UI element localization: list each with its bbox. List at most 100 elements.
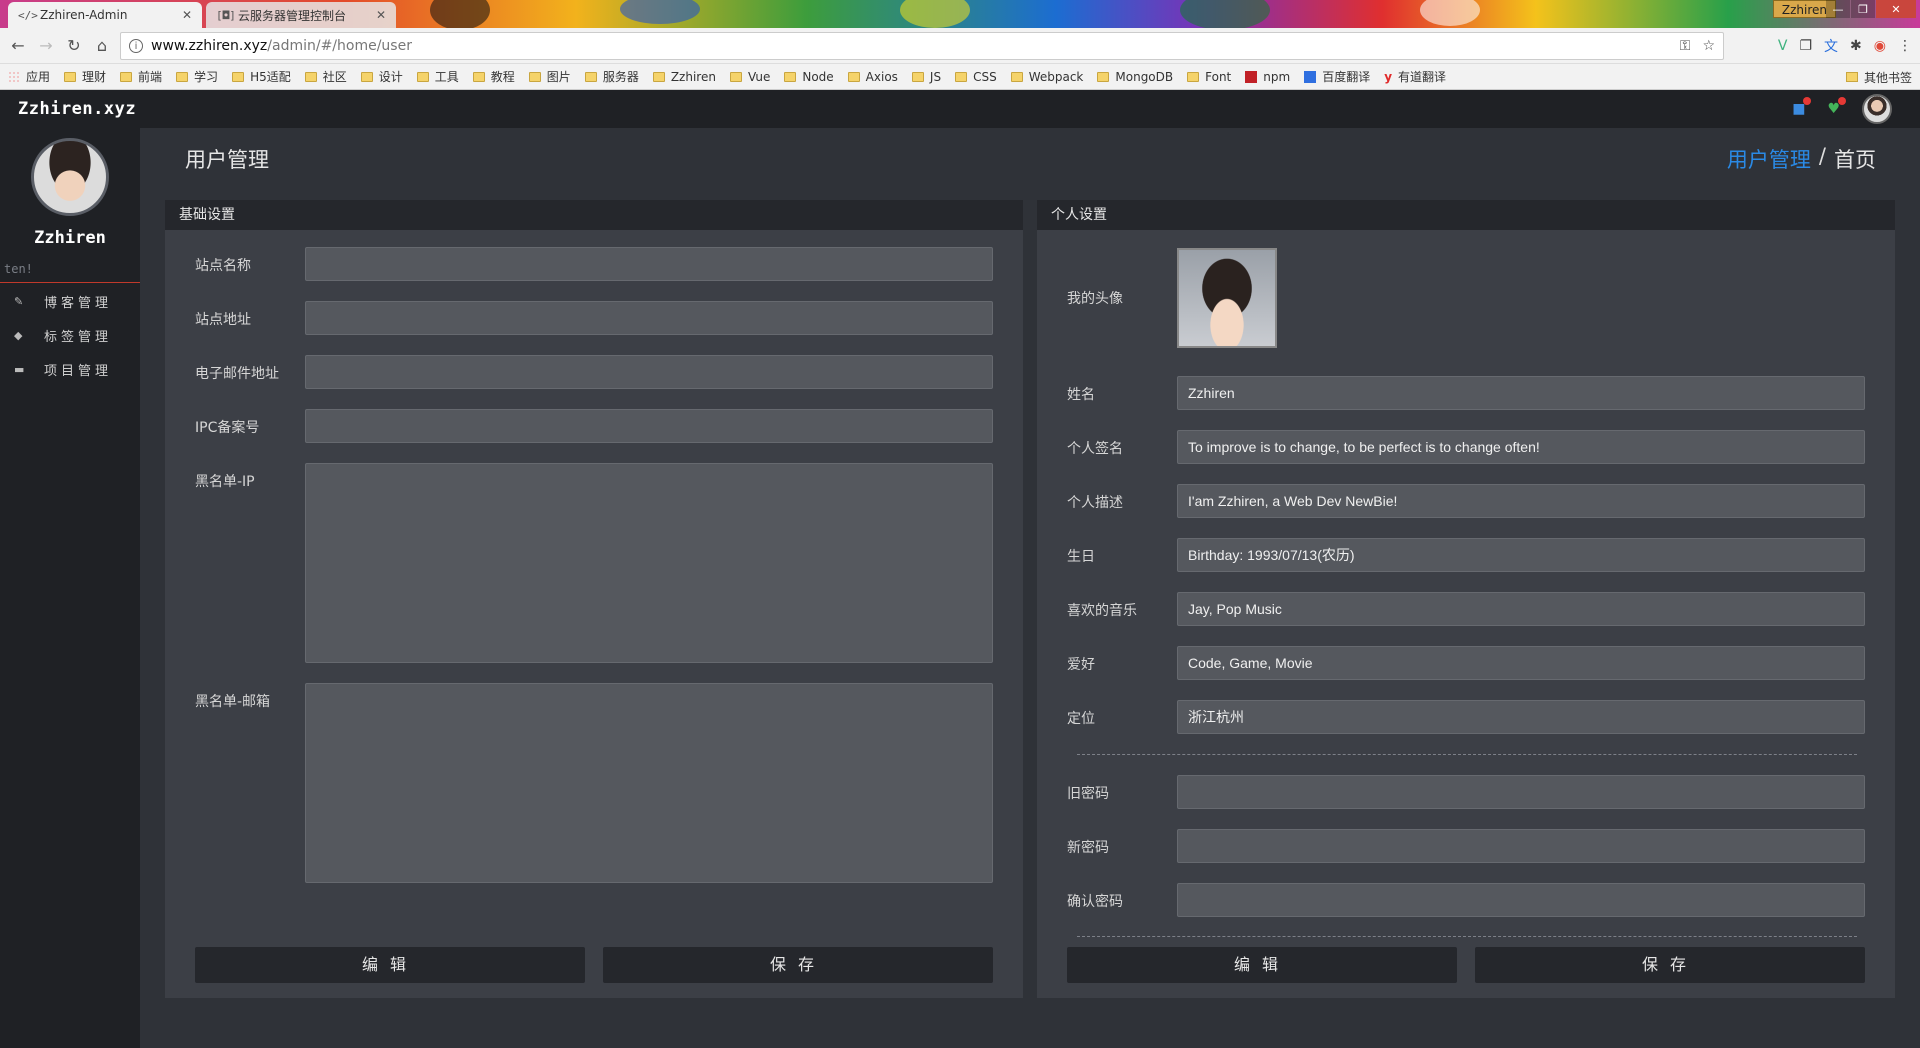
tab-zzhiren-admin[interactable]: </> Zzhiren-Admin ✕ xyxy=(8,2,202,28)
bookmark-folder[interactable]: H5适配 xyxy=(232,68,291,85)
confirm-password-label: 确认密码 xyxy=(1067,894,1123,910)
sidebar-item-tags[interactable]: ◆ 标签管理 xyxy=(0,318,140,352)
edit-button[interactable]: 编辑 xyxy=(1067,947,1457,983)
bookmark-folder[interactable]: 理财 xyxy=(64,68,106,85)
tag-icon: ◆ xyxy=(14,328,23,342)
menu-dots-icon[interactable]: ⋮ xyxy=(1898,38,1912,54)
site-url-input[interactable] xyxy=(305,301,993,335)
sidebar-item-blog[interactable]: ✎ 博客管理 xyxy=(0,284,140,318)
reload-icon[interactable]: ↻ xyxy=(60,36,88,55)
blacklist-ip-label: 黑名单-IP xyxy=(195,474,255,490)
confirm-password-input[interactable] xyxy=(1177,883,1865,917)
bookmark-apps[interactable]: 应用 xyxy=(8,68,50,85)
youdao-icon: y xyxy=(1384,69,1393,84)
copy-icon[interactable]: ❐ xyxy=(1799,38,1812,54)
icp-input[interactable] xyxy=(305,409,993,443)
bookmark-folder[interactable]: 图片 xyxy=(528,68,571,85)
bookmark-folder[interactable]: Node xyxy=(784,70,834,84)
info-icon[interactable]: i xyxy=(129,39,143,53)
folder-icon xyxy=(1097,71,1110,82)
bookmark-folder[interactable]: 学习 xyxy=(176,68,218,85)
old-password-input[interactable] xyxy=(1177,775,1865,809)
signature-label: 个人签名 xyxy=(1067,441,1123,457)
save-button[interactable]: 保存 xyxy=(603,947,993,983)
bookmark-folder[interactable]: Vue xyxy=(729,70,770,84)
bookmark-folder[interactable]: 前端 xyxy=(120,68,162,85)
message-icon[interactable]: ■ xyxy=(1792,97,1812,117)
bookmark-folder[interactable]: 社区 xyxy=(304,68,347,85)
sidebar-item-projects[interactable]: ▬ 项目管理 xyxy=(0,352,140,386)
back-icon[interactable]: ← xyxy=(4,36,32,55)
folder-icon xyxy=(416,71,429,82)
puzzle-icon[interactable]: ✱ xyxy=(1850,38,1862,54)
address-bar[interactable]: i www.zzhiren.xyz/admin/#/home/user ⚿ ☆ xyxy=(120,32,1724,60)
bookmark-folder[interactable]: Axios xyxy=(847,70,898,84)
brand-logo[interactable]: Zzhiren.xyz xyxy=(0,99,136,119)
bookmark-npm[interactable]: npm xyxy=(1245,70,1290,84)
section-divider xyxy=(1077,936,1857,937)
bookmark-folder[interactable]: Font xyxy=(1187,70,1231,84)
edit-button[interactable]: 编辑 xyxy=(195,947,585,983)
bookmark-folder[interactable]: 设计 xyxy=(360,68,403,85)
sidebar-item-label: 标签管理 xyxy=(44,329,113,345)
description-input[interactable]: I'am Zzhiren, a Web Dev NewBie! xyxy=(1177,484,1865,518)
hobby-input[interactable]: Code, Game, Movie xyxy=(1177,646,1865,680)
close-icon[interactable]: ✕ xyxy=(182,8,192,22)
home-icon[interactable]: ⌂ xyxy=(88,36,116,55)
breadcrumb: 用户管理 / 首页 xyxy=(1727,144,1876,174)
profile-name: Zzhiren xyxy=(34,228,106,248)
translate-icon[interactable]: 文 xyxy=(1824,36,1838,56)
bookmark-folder[interactable]: JS xyxy=(911,70,941,84)
sidebar: Zzhiren ten! ✎ 博客管理 ◆ 标签管理 ▬ 项目管理 xyxy=(0,128,140,1048)
breadcrumb-separator: / xyxy=(1818,144,1826,168)
npm-icon xyxy=(1245,70,1258,83)
chrome-icon[interactable]: ◉ xyxy=(1874,38,1886,54)
save-button[interactable]: 保存 xyxy=(1475,947,1865,983)
close-icon[interactable]: ✕ xyxy=(376,8,386,22)
bookmark-folder[interactable]: 工具 xyxy=(416,68,459,85)
name-input[interactable]: Zzhiren xyxy=(1177,376,1865,410)
new-password-input[interactable] xyxy=(1177,829,1865,863)
forward-icon[interactable]: → xyxy=(32,36,60,55)
avatar-photo[interactable] xyxy=(1177,248,1277,348)
music-label: 喜欢的音乐 xyxy=(1067,603,1137,619)
bookmark-baidu-translate[interactable]: 百度翻译 xyxy=(1304,68,1370,85)
sidebar-menu: ✎ 博客管理 ◆ 标签管理 ▬ 项目管理 xyxy=(0,284,140,386)
admin-app: Zzhiren.xyz ■ ♥ Zzhiren ten! ✎ 博客管理 ◆ 标签… xyxy=(0,90,1920,1048)
location-input[interactable]: 浙江杭州 xyxy=(1177,700,1865,734)
user-avatar[interactable] xyxy=(1862,94,1892,124)
signature-input[interactable]: To improve is to change, to be perfect i… xyxy=(1177,430,1865,464)
folder-icon xyxy=(584,71,597,82)
minimize-icon[interactable]: — xyxy=(1826,0,1850,18)
window-close-icon[interactable]: ✕ xyxy=(1876,0,1916,18)
bookmark-folder[interactable]: Webpack xyxy=(1010,70,1083,84)
restore-icon[interactable]: ❐ xyxy=(1851,0,1875,18)
bookmark-folder[interactable]: MongoDB xyxy=(1097,70,1173,84)
browser-tabstrip: </> Zzhiren-Admin ✕ [◘] 云服务器管理控制台 ✕ Zzhi… xyxy=(0,0,1920,28)
tab-title: 云服务器管理控制台 xyxy=(238,8,347,23)
bookmark-folder[interactable]: 教程 xyxy=(472,68,515,85)
music-input[interactable]: Jay, Pop Music xyxy=(1177,592,1865,626)
site-name-label: 站点名称 xyxy=(195,258,251,274)
vue-devtools-icon[interactable]: V xyxy=(1778,38,1788,54)
breadcrumb-link[interactable]: 用户管理 xyxy=(1727,144,1811,174)
folder-icon xyxy=(232,71,245,82)
personal-settings-panel: 个人设置 我的头像 姓名 Zzhiren 个人签名 To improve is … xyxy=(1037,200,1895,998)
tab-cloud-console[interactable]: [◘] 云服务器管理控制台 ✕ xyxy=(206,2,396,28)
email-input[interactable] xyxy=(305,355,993,389)
bookmark-folder[interactable]: Zzhiren xyxy=(652,70,716,84)
browser-toolbar: ← → ↻ ⌂ i www.zzhiren.xyz/admin/#/home/u… xyxy=(0,28,1920,64)
task-icon[interactable]: ♥ xyxy=(1827,97,1846,117)
sidebar-item-label: 项目管理 xyxy=(44,363,113,379)
bookmark-folder[interactable]: 服务器 xyxy=(584,68,639,85)
key-icon[interactable]: ⚿ xyxy=(1680,38,1691,54)
site-name-input[interactable] xyxy=(305,247,993,281)
star-icon[interactable]: ☆ xyxy=(1702,38,1715,54)
blacklist-email-textarea[interactable] xyxy=(305,683,993,883)
other-bookmarks[interactable]: 其他书签 xyxy=(1845,64,1912,90)
bookmark-youdao-translate[interactable]: y 有道翻译 xyxy=(1384,68,1446,85)
bookmark-folder[interactable]: CSS xyxy=(955,70,997,84)
folder-icon xyxy=(304,71,317,82)
blacklist-ip-textarea[interactable] xyxy=(305,463,993,663)
birthday-input[interactable]: Birthday: 1993/07/13(农历) xyxy=(1177,538,1865,572)
